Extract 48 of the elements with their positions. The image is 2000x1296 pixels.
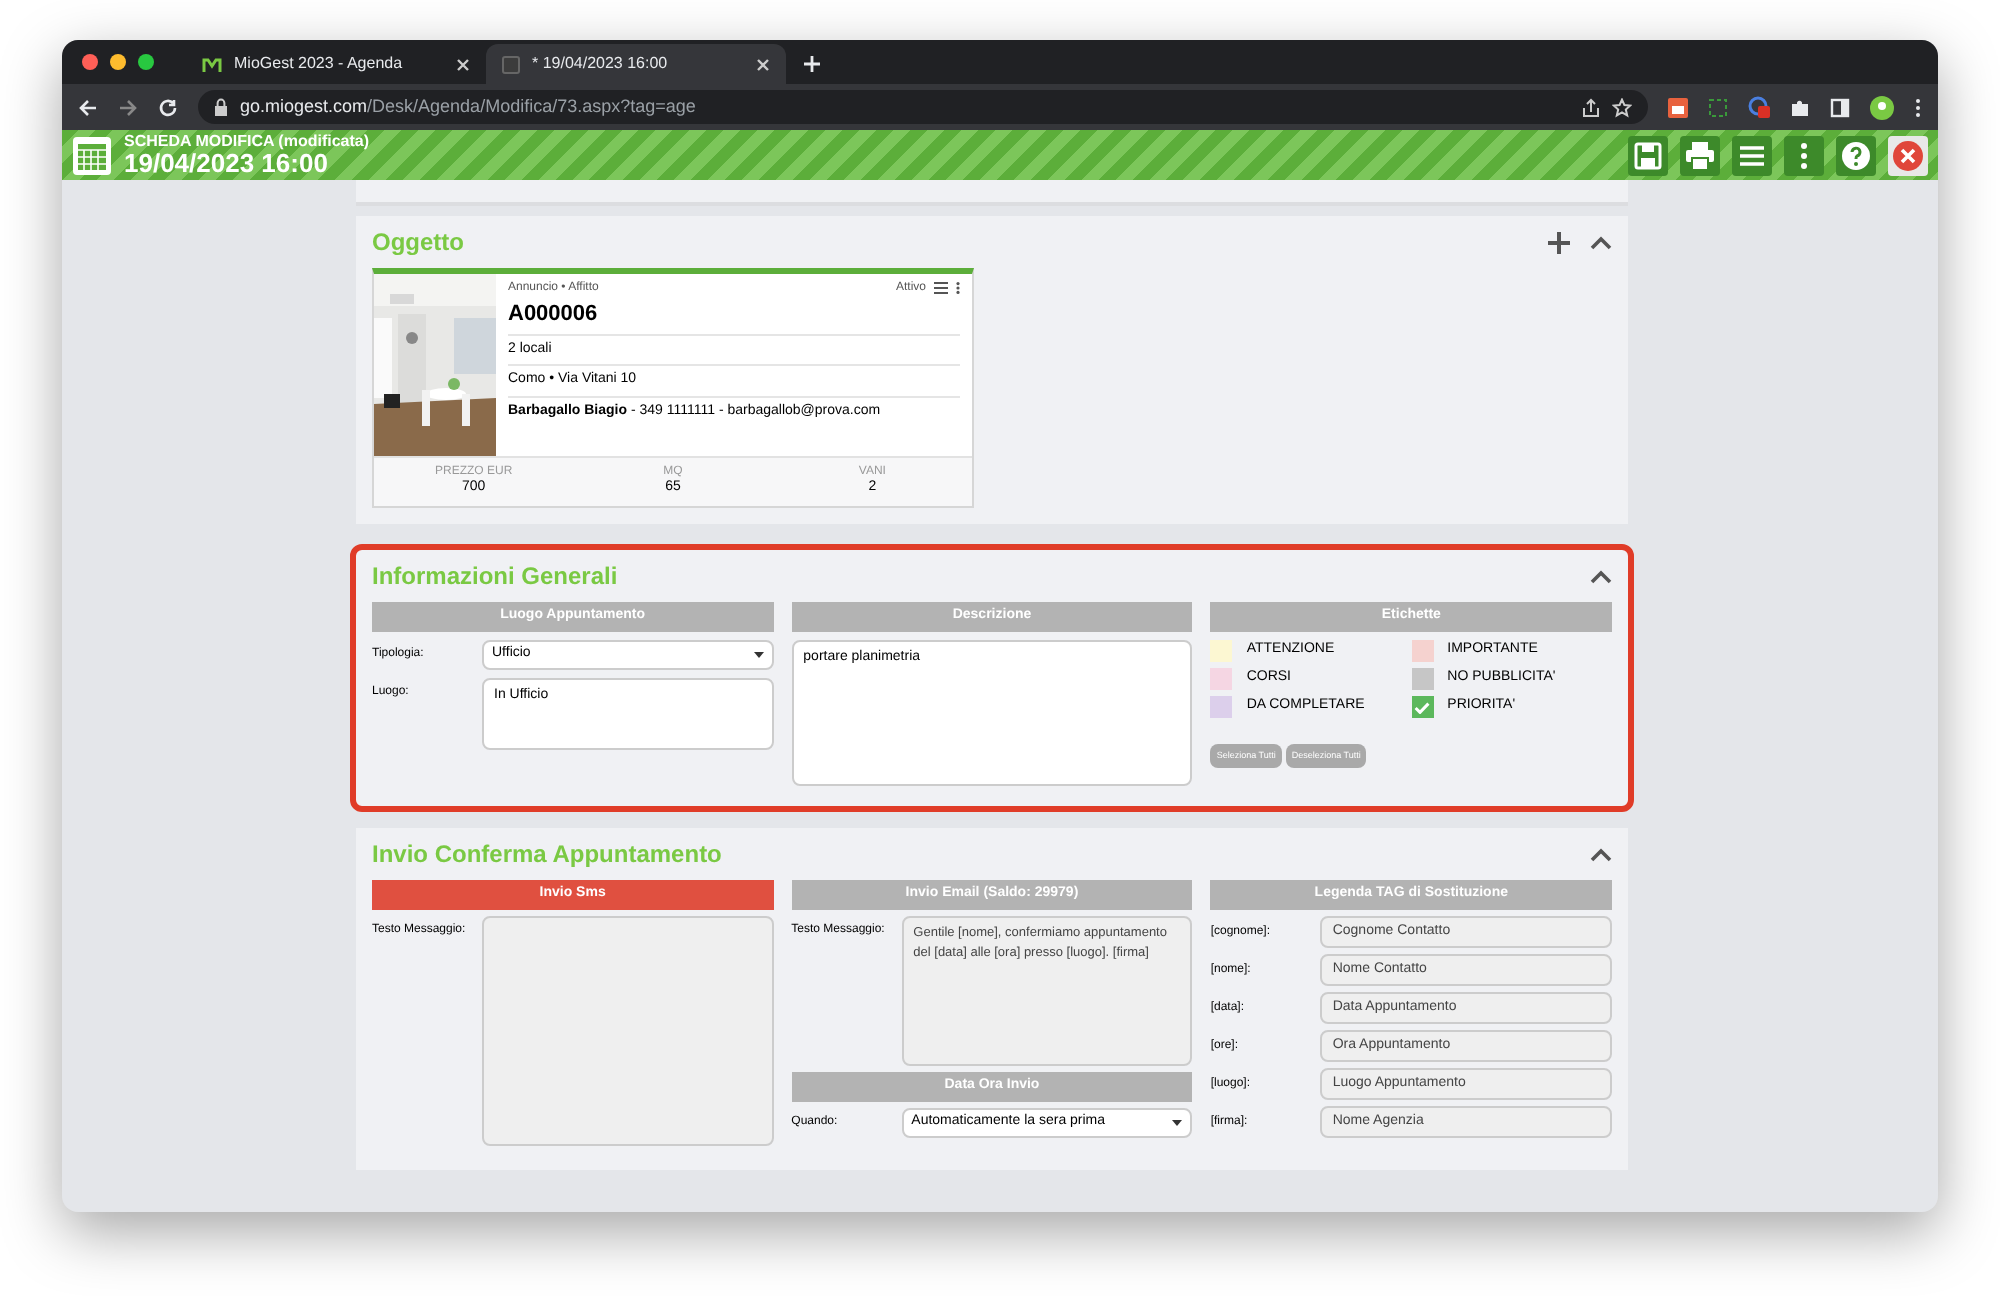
tag-checkbox[interactable] <box>1210 640 1233 662</box>
profile-avatar-icon[interactable] <box>1870 95 1894 119</box>
tab-title: * 19/04/2023 16:00 <box>532 52 670 76</box>
check-icon <box>1414 701 1431 713</box>
tag-checkbox[interactable] <box>1411 640 1434 662</box>
share-icon[interactable] <box>1582 97 1600 117</box>
url-text: go.miogest.com/Desk/Agenda/Modifica/73.aspx?tag=age <box>240 93 696 120</box>
dashed-square-icon[interactable] <box>1708 97 1728 117</box>
logo-icon <box>202 56 222 72</box>
collapse-icon[interactable] <box>1590 847 1612 861</box>
browser-tab[interactable]: * 19/04/2023 16:00 <box>486 44 786 84</box>
tag-checkbox[interactable] <box>1411 668 1434 690</box>
side-panel-icon[interactable] <box>1830 97 1850 117</box>
list-icon[interactable] <box>934 282 948 294</box>
help-icon[interactable] <box>1836 135 1876 175</box>
menu-icon[interactable] <box>1732 135 1772 175</box>
calendar-icon <box>72 135 112 175</box>
tag-checkbox[interactable] <box>1411 696 1434 718</box>
section-title: Invio Conferma Appuntamento <box>372 838 724 872</box>
tab-title: MioGest 2023 - Agenda <box>234 52 405 76</box>
add-icon[interactable] <box>1548 231 1570 253</box>
more-icon[interactable] <box>1784 135 1824 175</box>
extension-badge-icon[interactable] <box>1748 96 1770 118</box>
section-title: Oggetto <box>372 226 466 260</box>
forward-icon[interactable] <box>118 97 138 117</box>
close-icon[interactable] <box>756 57 770 71</box>
collapse-icon[interactable] <box>1590 569 1612 583</box>
lock-icon <box>214 98 228 116</box>
collapse-icon[interactable] <box>1590 235 1612 249</box>
dropdown-caret-icon <box>1172 1120 1183 1126</box>
header-subtitle: SCHEDA MODIFICA (modificata) <box>124 134 370 150</box>
print-icon[interactable] <box>1680 135 1720 175</box>
bookmark-star-icon[interactable] <box>1612 97 1632 117</box>
back-icon[interactable] <box>78 97 98 117</box>
calendar-extension-icon[interactable] <box>1668 97 1688 117</box>
tag-checkbox[interactable] <box>1210 668 1233 690</box>
section-title: Informazioni Generali <box>372 560 620 594</box>
reload-icon[interactable] <box>158 97 178 117</box>
save-icon[interactable] <box>1628 135 1668 175</box>
tag-checkbox[interactable] <box>1210 696 1233 718</box>
dropdown-caret-icon <box>753 652 764 658</box>
more-icon[interactable] <box>1914 97 1922 117</box>
page-icon <box>502 55 520 73</box>
close-icon[interactable] <box>456 57 470 71</box>
header-title: 19/04/2023 16:00 <box>124 150 328 176</box>
listing-code: A000006 <box>508 298 960 335</box>
browser-tab[interactable]: MioGest 2023 - Agenda <box>186 44 486 84</box>
address-bar[interactable]: go.miogest.com/Desk/Agenda/Modifica/73.aspx?tag=age <box>198 90 1648 124</box>
